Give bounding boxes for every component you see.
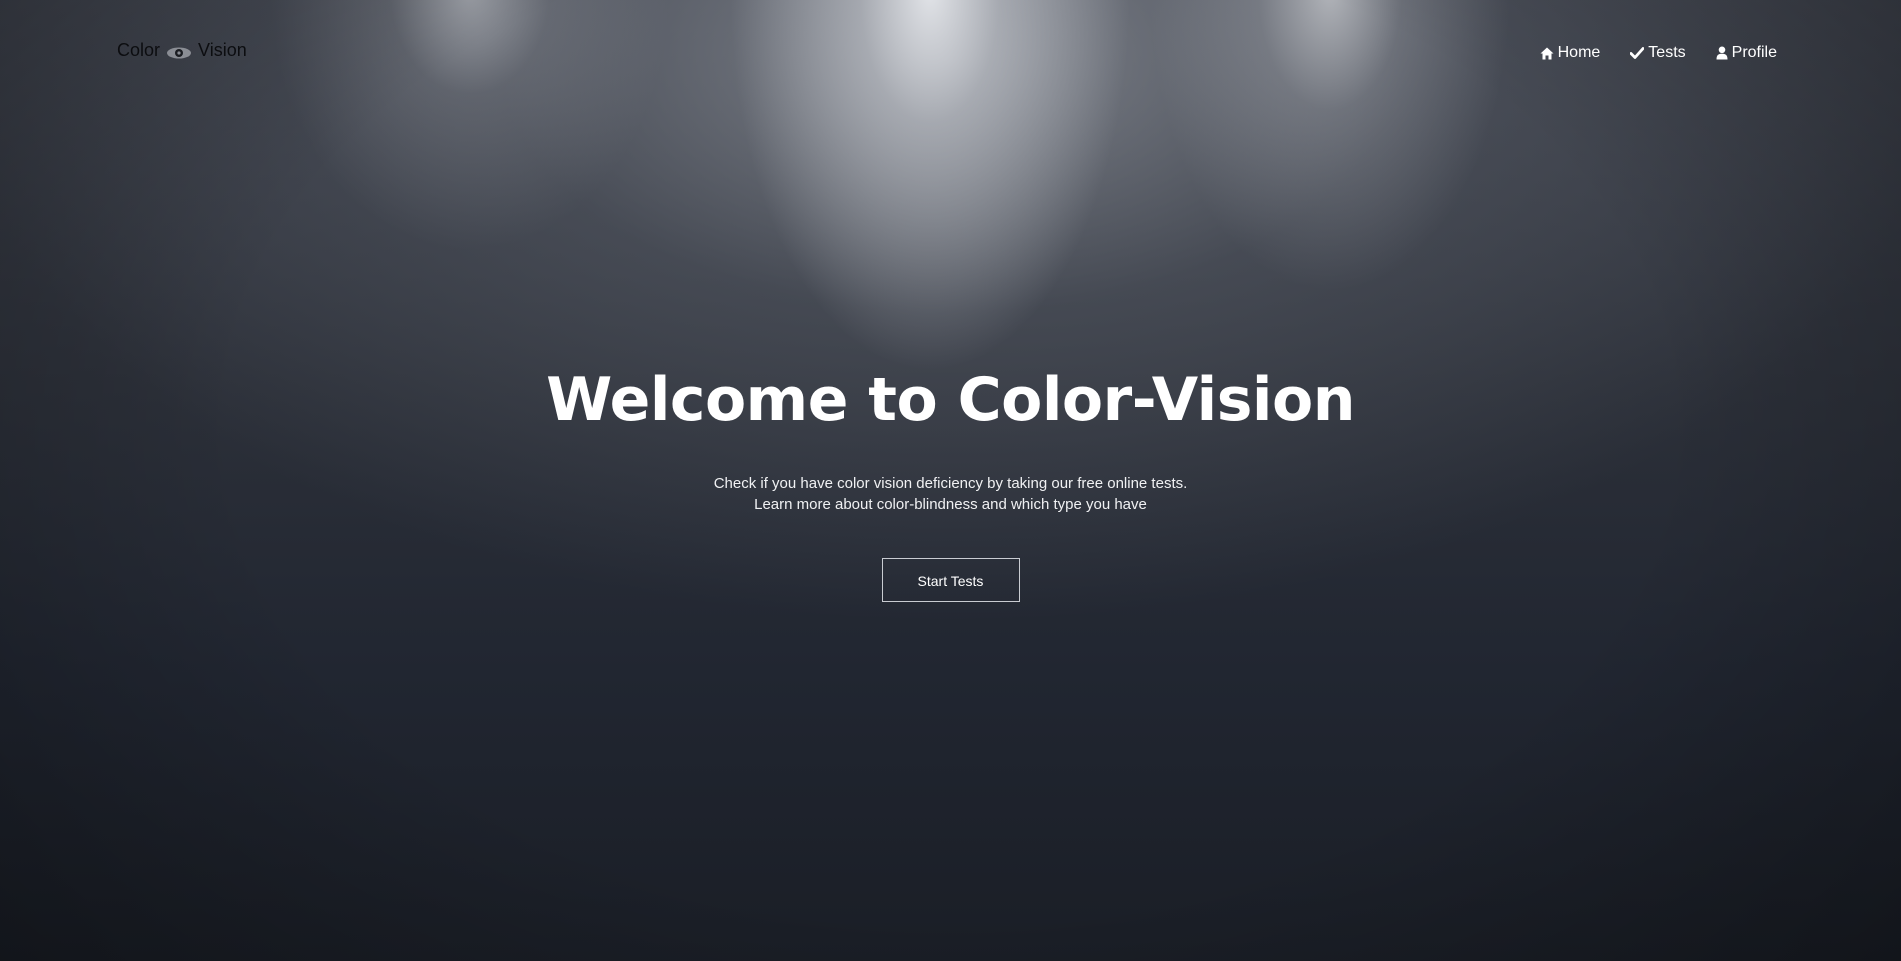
- nav-item-tests[interactable]: Tests: [1630, 44, 1686, 62]
- nav-menu: Home Tests Profile: [1540, 44, 1777, 62]
- hero-subtitle-line: Learn more about color-blindness and whi…: [754, 496, 1147, 513]
- page-title: Welcome to Color-Vision: [546, 365, 1355, 435]
- logo[interactable]: Color Vision: [117, 40, 247, 61]
- home-icon: [1540, 47, 1554, 60]
- hero-subtitle: Check if you have color vision deficienc…: [0, 473, 1901, 515]
- eye-icon: [166, 44, 192, 58]
- user-icon: [1716, 46, 1728, 60]
- logo-text-left: Color: [117, 40, 161, 60]
- nav-item-label: Home: [1557, 44, 1601, 61]
- check-icon: [1630, 47, 1645, 59]
- nav-item-profile[interactable]: Profile: [1716, 44, 1777, 62]
- nav-item-label: Tests: [1648, 44, 1686, 61]
- hero-section: Welcome to Color-Vision Check if you hav…: [0, 355, 1901, 602]
- hero-subtitle-line: Check if you have color vision deficienc…: [713, 475, 1188, 492]
- nav-item-home[interactable]: Home: [1540, 44, 1601, 62]
- navbar: Color Vision Home Tests Profile: [0, 0, 1901, 100]
- logo-text-right: Vision: [198, 40, 247, 60]
- nav-item-label: Profile: [1731, 44, 1777, 61]
- start-tests-button[interactable]: Start Tests: [881, 558, 1020, 602]
